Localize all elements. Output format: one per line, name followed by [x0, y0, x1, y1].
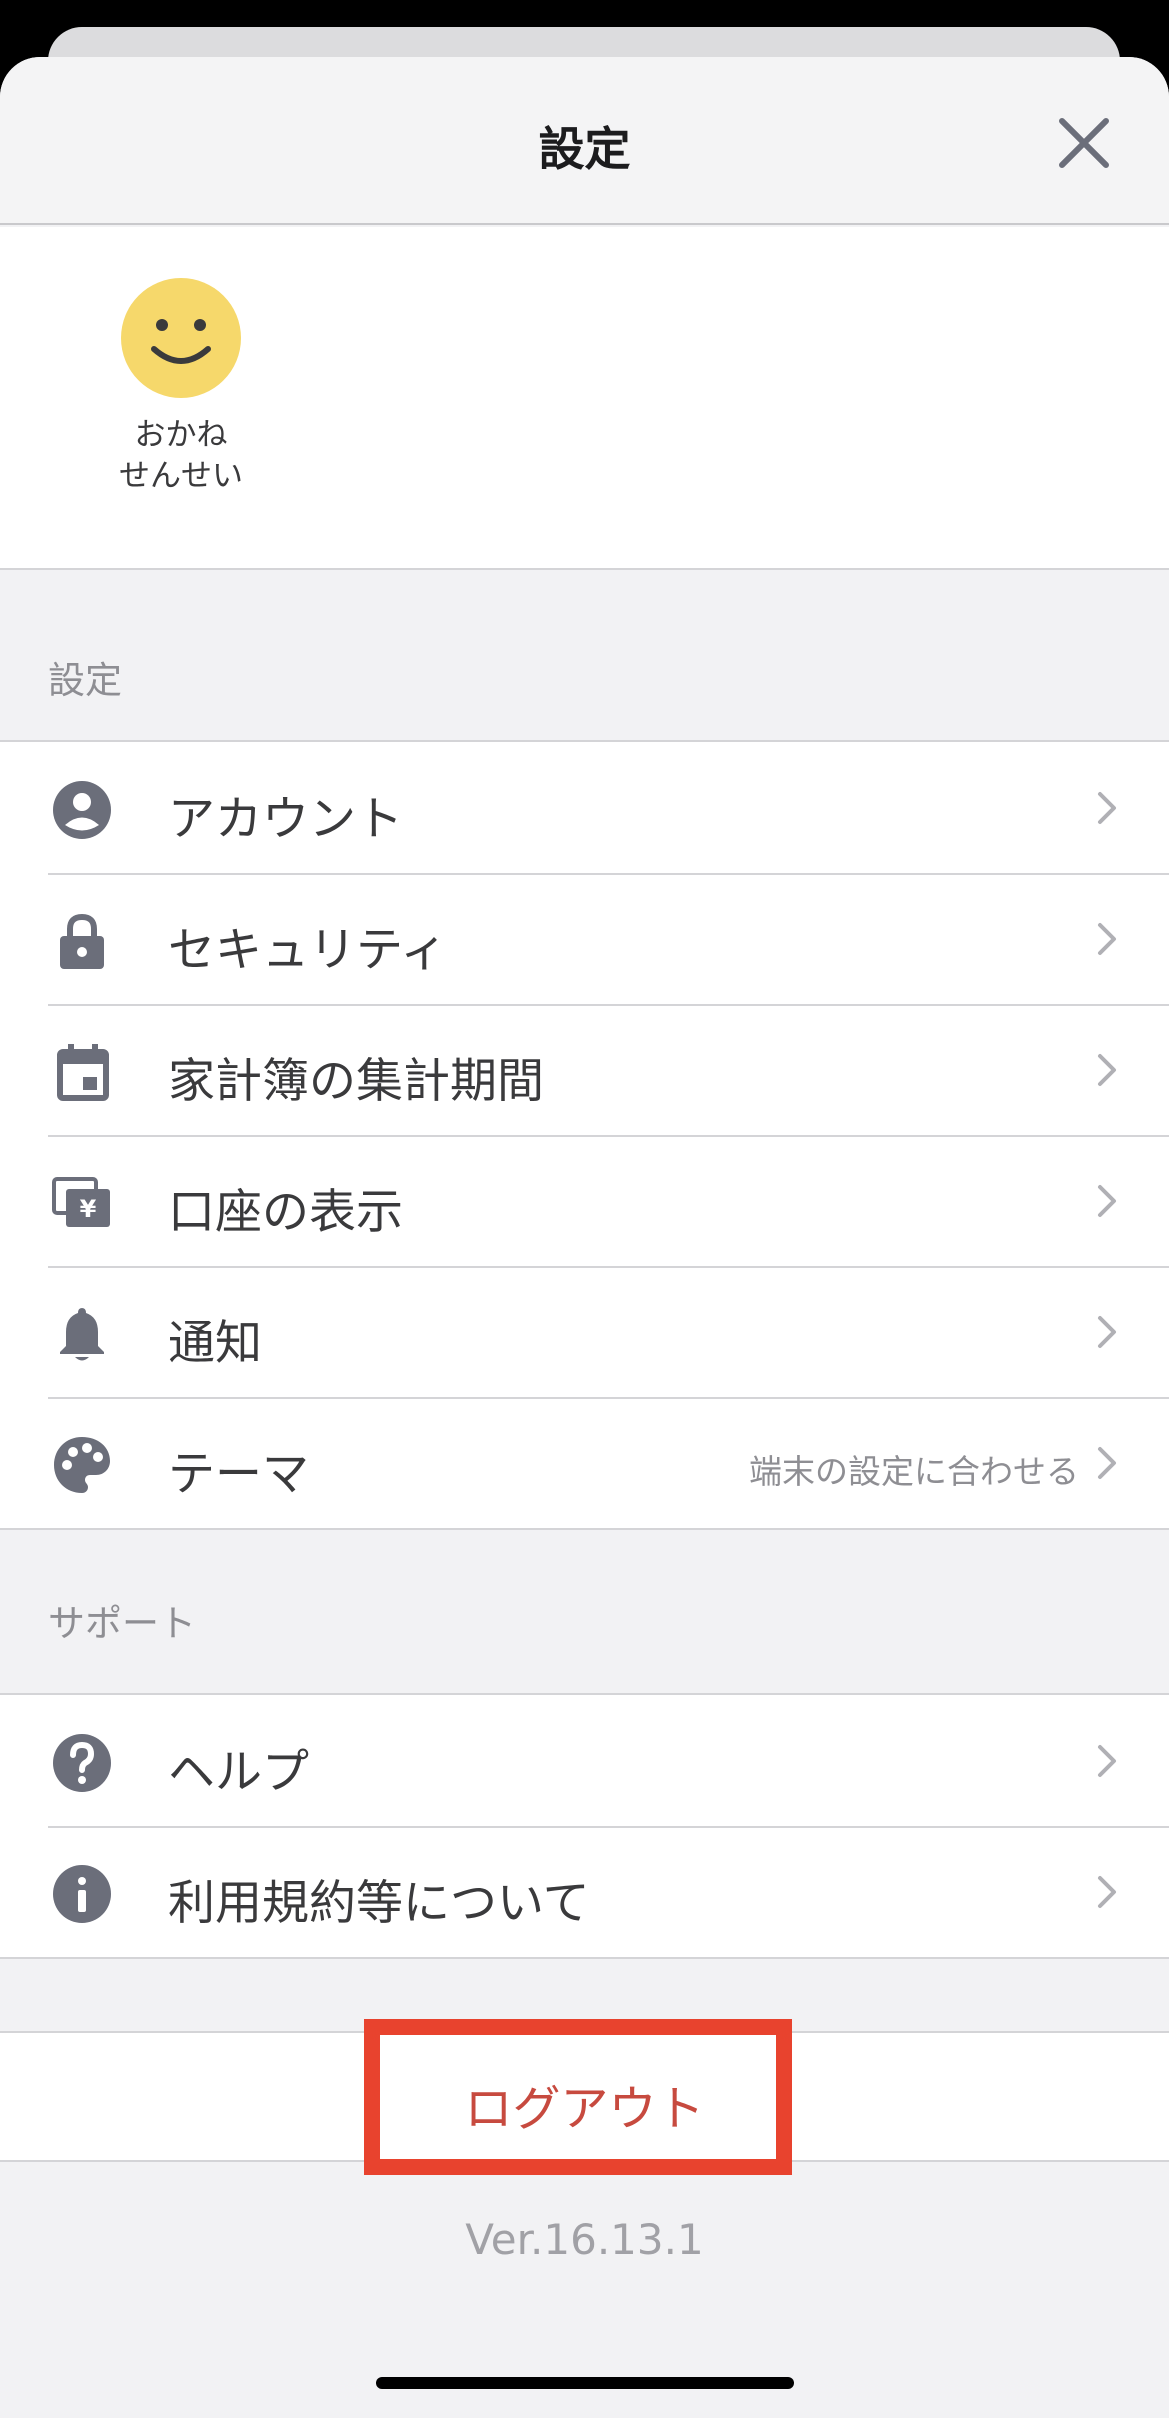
settings-item-label: テーマ — [168, 1447, 309, 1502]
settings-item-theme[interactable]: テーマ 端末の設定に合わせる — [0, 1397, 1169, 1528]
settings-item-account[interactable]: アカウント — [0, 742, 1169, 873]
settings-item-label: 口座の表示 — [168, 1185, 403, 1240]
info-icon — [53, 1865, 111, 1923]
yen-cards-icon: ¥ — [52, 1177, 110, 1227]
header: 設定 — [0, 57, 1169, 225]
logout-section: ログアウト — [0, 2031, 1169, 2162]
settings-list: アカウント セキュリティ 家計簿の集計期間 ¥ 口座の表示 通知 テーマ 端末の… — [0, 740, 1169, 1530]
chevron-right-icon — [1098, 1745, 1116, 1777]
settings-item-period[interactable]: 家計簿の集計期間 — [0, 1004, 1169, 1135]
lock-icon — [60, 913, 104, 969]
section-title-settings: 設定 — [48, 659, 122, 702]
settings-sheet: 設定 おかね せんせい 設定 アカウント セキュリティ 家計簿の集計期間 ¥ 口… — [0, 57, 1169, 2418]
settings-item-accounts-display[interactable]: ¥ 口座の表示 — [0, 1135, 1169, 1266]
palette-icon — [54, 1437, 110, 1493]
calendar-icon — [57, 1044, 109, 1101]
section-title-support: サポート — [48, 1602, 196, 1645]
settings-item-notifications[interactable]: 通知 — [0, 1266, 1169, 1397]
close-icon[interactable] — [1052, 111, 1116, 175]
support-item-label: 利用規約等について — [168, 1876, 590, 1931]
chevron-right-icon — [1098, 792, 1116, 824]
settings-item-label: 家計簿の集計期間 — [168, 1054, 544, 1109]
support-item-help[interactable]: ヘルプ — [0, 1695, 1169, 1826]
home-indicator — [376, 2377, 794, 2389]
settings-item-security[interactable]: セキュリティ — [0, 873, 1169, 1004]
support-item-terms[interactable]: 利用規約等について — [0, 1826, 1169, 1957]
profile-section: おかね せんせい — [0, 227, 1169, 570]
theme-value: 端末の設定に合わせる — [749, 1452, 1079, 1491]
account-circle-icon — [53, 781, 111, 839]
chevron-right-icon — [1098, 1447, 1116, 1479]
settings-item-label: 通知 — [168, 1316, 262, 1371]
settings-item-label: セキュリティ — [168, 923, 448, 978]
svg-text:¥: ¥ — [80, 1195, 97, 1223]
chevron-right-icon — [1098, 1185, 1116, 1217]
support-list: ヘルプ 利用規約等について — [0, 1693, 1169, 1959]
settings-item-label: アカウント — [168, 792, 403, 847]
chevron-right-icon — [1098, 1316, 1116, 1348]
support-item-label: ヘルプ — [168, 1745, 309, 1800]
logout-button[interactable]: ログアウト — [0, 2069, 1169, 2139]
page-title: 設定 — [538, 122, 631, 176]
chevron-right-icon — [1098, 1054, 1116, 1086]
chevron-right-icon — [1098, 1876, 1116, 1908]
profile-name: おかね せんせい — [119, 417, 243, 494]
version-label: Ver.16.13.1 — [465, 2215, 704, 2264]
avatar[interactable] — [120, 277, 242, 399]
chevron-right-icon — [1098, 923, 1116, 955]
help-icon — [53, 1734, 111, 1792]
bell-icon — [60, 1308, 104, 1361]
